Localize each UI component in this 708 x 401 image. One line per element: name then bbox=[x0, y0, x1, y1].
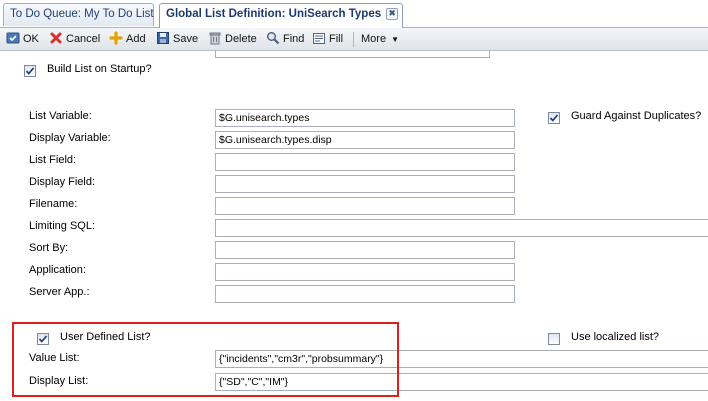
checkmark-icon bbox=[25, 67, 35, 75]
application-input[interactable] bbox=[215, 263, 515, 281]
save-button[interactable]: Save bbox=[156, 31, 198, 47]
list-variable-field[interactable]: $G.unisearch.types bbox=[215, 109, 515, 127]
list-field-input[interactable] bbox=[215, 153, 515, 171]
add-label: Add bbox=[126, 33, 146, 45]
display-field-label: Display Field: bbox=[29, 176, 96, 188]
server-app-label: Server App.: bbox=[29, 286, 90, 298]
add-button[interactable]: Add bbox=[109, 31, 146, 47]
filename-input[interactable] bbox=[215, 197, 515, 215]
dropdown-arrow-icon: ▼ bbox=[391, 35, 400, 44]
use-localized-list-label: Use localized list? bbox=[571, 331, 660, 343]
ok-button[interactable]: OK bbox=[6, 31, 39, 47]
scrolled-field-edge bbox=[215, 50, 490, 58]
close-icon[interactable]: ✖ bbox=[386, 8, 399, 20]
highlight-box bbox=[12, 322, 399, 397]
delete-label: Delete bbox=[225, 33, 257, 45]
toolbar-divider bbox=[353, 32, 354, 47]
tab-label: Global List Definition: UniSearch Types bbox=[166, 8, 382, 20]
trash-icon bbox=[208, 31, 222, 45]
fill-button[interactable]: Fill bbox=[312, 31, 343, 47]
application-label: Application: bbox=[29, 264, 86, 276]
tab-todo-queue[interactable]: To Do Queue: My To Do List bbox=[3, 3, 154, 26]
find-button[interactable]: Find bbox=[266, 31, 304, 47]
display-field-input[interactable] bbox=[215, 175, 515, 193]
build-on-startup-label: Build List on Startup? bbox=[47, 63, 152, 75]
save-icon bbox=[156, 31, 170, 45]
tab-label: To Do Queue: My To Do List bbox=[10, 8, 154, 20]
limiting-sql-input[interactable] bbox=[215, 219, 708, 237]
save-label: Save bbox=[173, 33, 199, 45]
checkmark-icon bbox=[549, 114, 559, 122]
display-variable-field[interactable]: $G.unisearch.types.disp bbox=[215, 131, 515, 149]
limiting-sql-label: Limiting SQL: bbox=[29, 220, 96, 232]
cancel-icon bbox=[49, 31, 63, 45]
guard-duplicates-checkbox[interactable] bbox=[548, 112, 560, 124]
display-variable-label: Display Variable: bbox=[29, 132, 111, 144]
find-label: Find bbox=[283, 33, 305, 45]
delete-button[interactable]: Delete bbox=[208, 31, 257, 47]
ok-label: OK bbox=[23, 33, 39, 45]
more-label: More bbox=[361, 33, 387, 45]
more-button[interactable]: More ▼ bbox=[361, 31, 399, 47]
tab-global-list-definition[interactable]: Global List Definition: UniSearch Types ✖ bbox=[159, 3, 403, 28]
sort-by-input[interactable] bbox=[215, 241, 515, 259]
build-on-startup-checkbox[interactable] bbox=[24, 65, 36, 77]
server-app-input[interactable] bbox=[215, 285, 515, 303]
cancel-label: Cancel bbox=[66, 33, 101, 45]
toolbar bbox=[0, 28, 708, 51]
sort-by-label: Sort By: bbox=[29, 242, 69, 254]
filename-label: Filename: bbox=[29, 198, 78, 210]
ok-icon bbox=[6, 31, 20, 45]
magnifier-icon bbox=[266, 31, 280, 45]
fill-icon bbox=[312, 31, 326, 45]
add-icon bbox=[109, 31, 123, 45]
fill-label: Fill bbox=[329, 33, 344, 45]
use-localized-list-checkbox[interactable] bbox=[548, 333, 560, 345]
list-variable-label: List Variable: bbox=[29, 110, 92, 122]
cancel-button[interactable]: Cancel bbox=[49, 31, 100, 47]
guard-duplicates-label: Guard Against Duplicates? bbox=[571, 110, 702, 122]
list-field-label: List Field: bbox=[29, 154, 77, 166]
